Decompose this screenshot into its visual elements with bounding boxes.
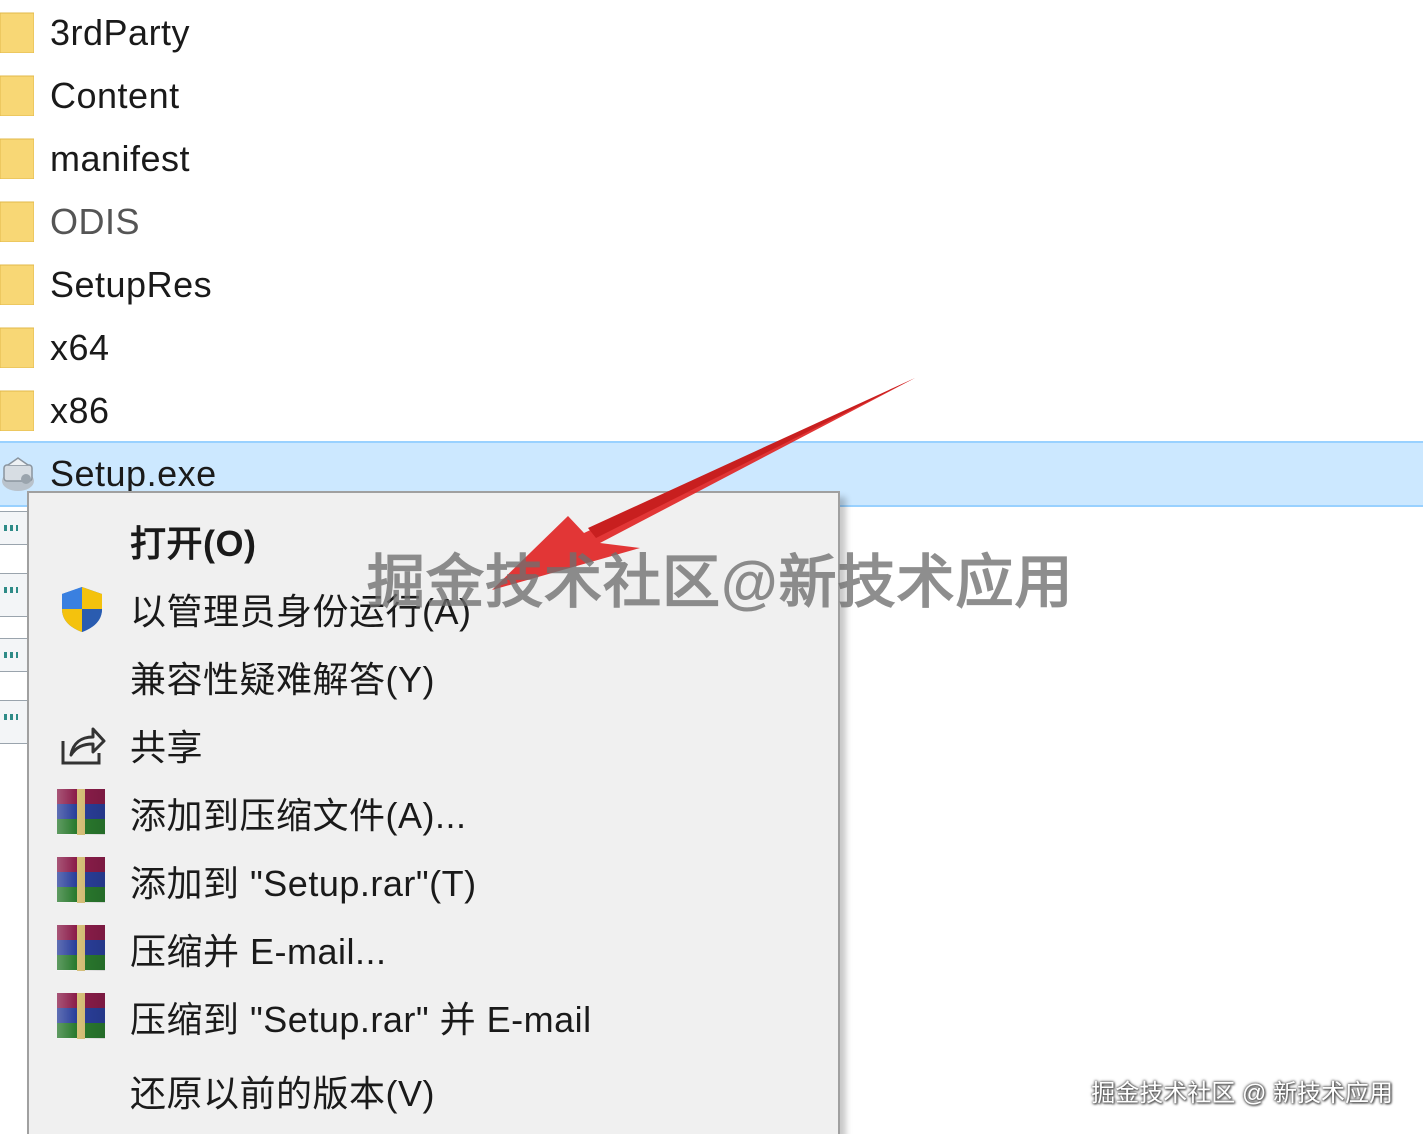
menu-item-label: 添加到 "Setup.rar"(T) [130,863,477,904]
folder-icon [0,327,34,368]
hidden-file-icon [0,700,28,744]
watermark-corner: 掘金技术社区 @ 新技术应用 [1091,1080,1393,1107]
winrar-icon [57,925,105,971]
folder-icon [0,138,34,179]
menu-item-share[interactable]: 共享 [29,711,838,779]
installer-icon [2,457,34,491]
file-row-manifest[interactable]: manifest [0,127,1423,190]
menu-item-add-to-setup-rar[interactable]: 添加到 "Setup.rar"(T) [29,847,838,915]
menu-item-restore-previous-versions[interactable]: 还原以前的版本(V) [29,1057,838,1125]
uac-shield-icon [62,587,102,632]
menu-item-label: 添加到压缩文件(A)... [130,795,467,836]
menu-item-compress-to-setup-rar-and-email[interactable]: 压缩到 "Setup.rar" 并 E-mail [29,983,838,1051]
hidden-file-icon [0,573,28,617]
watermark-center: 掘金技术社区@新技术应用 [367,550,1074,615]
file-name: Content [50,74,180,116]
hidden-file-icon [0,511,28,545]
file-row-setupres[interactable]: SetupRes [0,253,1423,316]
file-row-x86[interactable]: x86 [0,379,1423,442]
hidden-file-icon [0,638,28,672]
menu-item-label: 打开(O) [130,523,257,564]
menu-item-add-to-archive[interactable]: 添加到压缩文件(A)... [29,779,838,847]
folder-icon [0,12,34,53]
folder-icon [0,201,34,242]
file-row-x64[interactable]: x64 [0,316,1423,379]
menu-item-label: 压缩并 E-mail... [130,931,387,972]
share-icon [61,727,106,765]
menu-item-label: 还原以前的版本(V) [130,1073,435,1114]
folder-icon [0,390,34,431]
menu-item-label: 兼容性疑难解答(Y) [130,659,435,700]
file-name: manifest [50,137,191,179]
file-name: x86 [50,389,110,431]
file-name: 3rdParty [50,11,191,53]
menu-item-label: 压缩到 "Setup.rar" 并 E-mail [130,999,592,1040]
file-row-content[interactable]: Content [0,64,1423,127]
menu-item-compress-and-email[interactable]: 压缩并 E-mail... [29,915,838,983]
file-row-3rdparty[interactable]: 3rdParty [0,1,1423,64]
file-name: ODIS [50,200,141,242]
winrar-icon [57,789,105,835]
winrar-icon [57,993,105,1039]
winrar-icon [57,857,105,903]
menu-item-label: 共享 [130,727,204,768]
menu-item-compat-troubleshoot[interactable]: 兼容性疑难解答(Y) [29,643,838,711]
folder-icon [0,264,34,305]
file-name: SetupRes [50,263,213,305]
file-name: x64 [50,326,110,368]
file-row-odis[interactable]: ODIS [0,190,1423,253]
folder-icon [0,75,34,116]
file-name: Setup.exe [50,453,217,494]
